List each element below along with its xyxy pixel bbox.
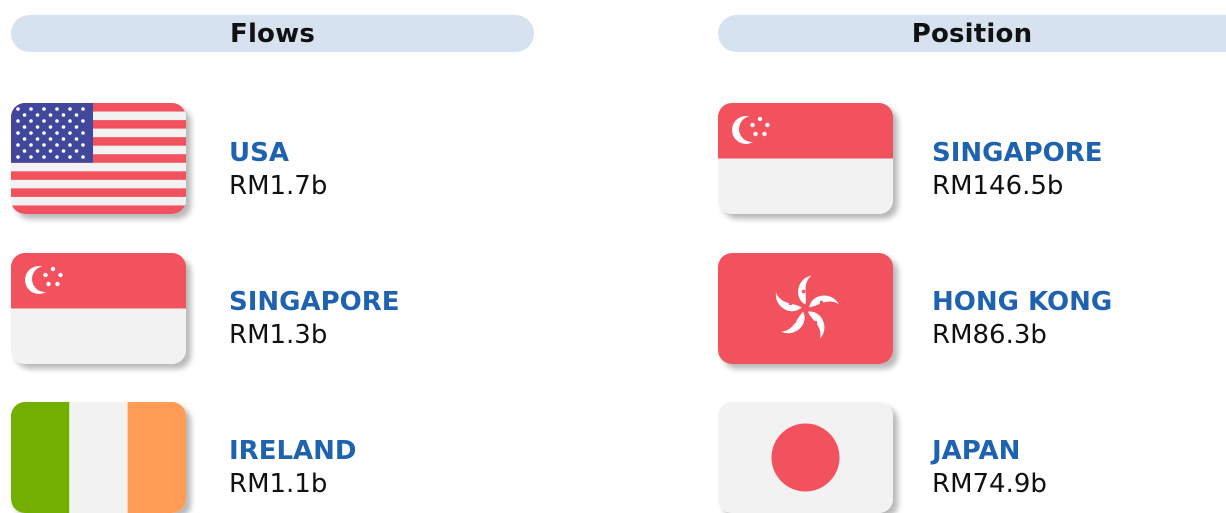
japan-flag-icon <box>718 402 893 513</box>
position-entry-singapore: SINGAPORE RM146.5b <box>932 137 1103 203</box>
position-entry-japan: JAPAN RM74.9b <box>932 435 1047 501</box>
usa-flag-icon <box>11 103 186 214</box>
position-header: Position <box>718 15 1226 52</box>
flows-entry-ireland: IRELAND RM1.1b <box>229 435 357 501</box>
country-amount: RM1.1b <box>229 469 328 499</box>
country-name: SINGAPORE <box>229 287 400 317</box>
singapore-flag-icon <box>11 253 186 364</box>
country-name: SINGAPORE <box>932 138 1103 168</box>
country-name: HONG KONG <box>932 287 1113 317</box>
country-amount: RM146.5b <box>932 171 1064 201</box>
flows-header-label: Flows <box>229 18 316 49</box>
flows-entry-usa: USA RM1.7b <box>229 137 327 203</box>
singapore-flag-icon <box>718 103 893 214</box>
ireland-flag-icon <box>11 402 186 513</box>
position-entry-hong-kong: HONG KONG RM86.3b <box>932 286 1112 352</box>
country-name: JAPAN <box>932 436 1021 466</box>
country-amount: RM1.7b <box>229 171 328 201</box>
position-header-label: Position <box>911 18 1033 49</box>
country-amount: RM86.3b <box>932 320 1047 350</box>
country-amount: RM1.3b <box>229 320 328 350</box>
country-name: USA <box>229 138 289 168</box>
country-name: IRELAND <box>229 436 357 466</box>
flows-header: Flows <box>11 15 534 52</box>
country-amount: RM74.9b <box>932 469 1047 499</box>
flows-entry-singapore: SINGAPORE RM1.3b <box>229 286 400 352</box>
hong-kong-flag-icon <box>718 253 893 364</box>
